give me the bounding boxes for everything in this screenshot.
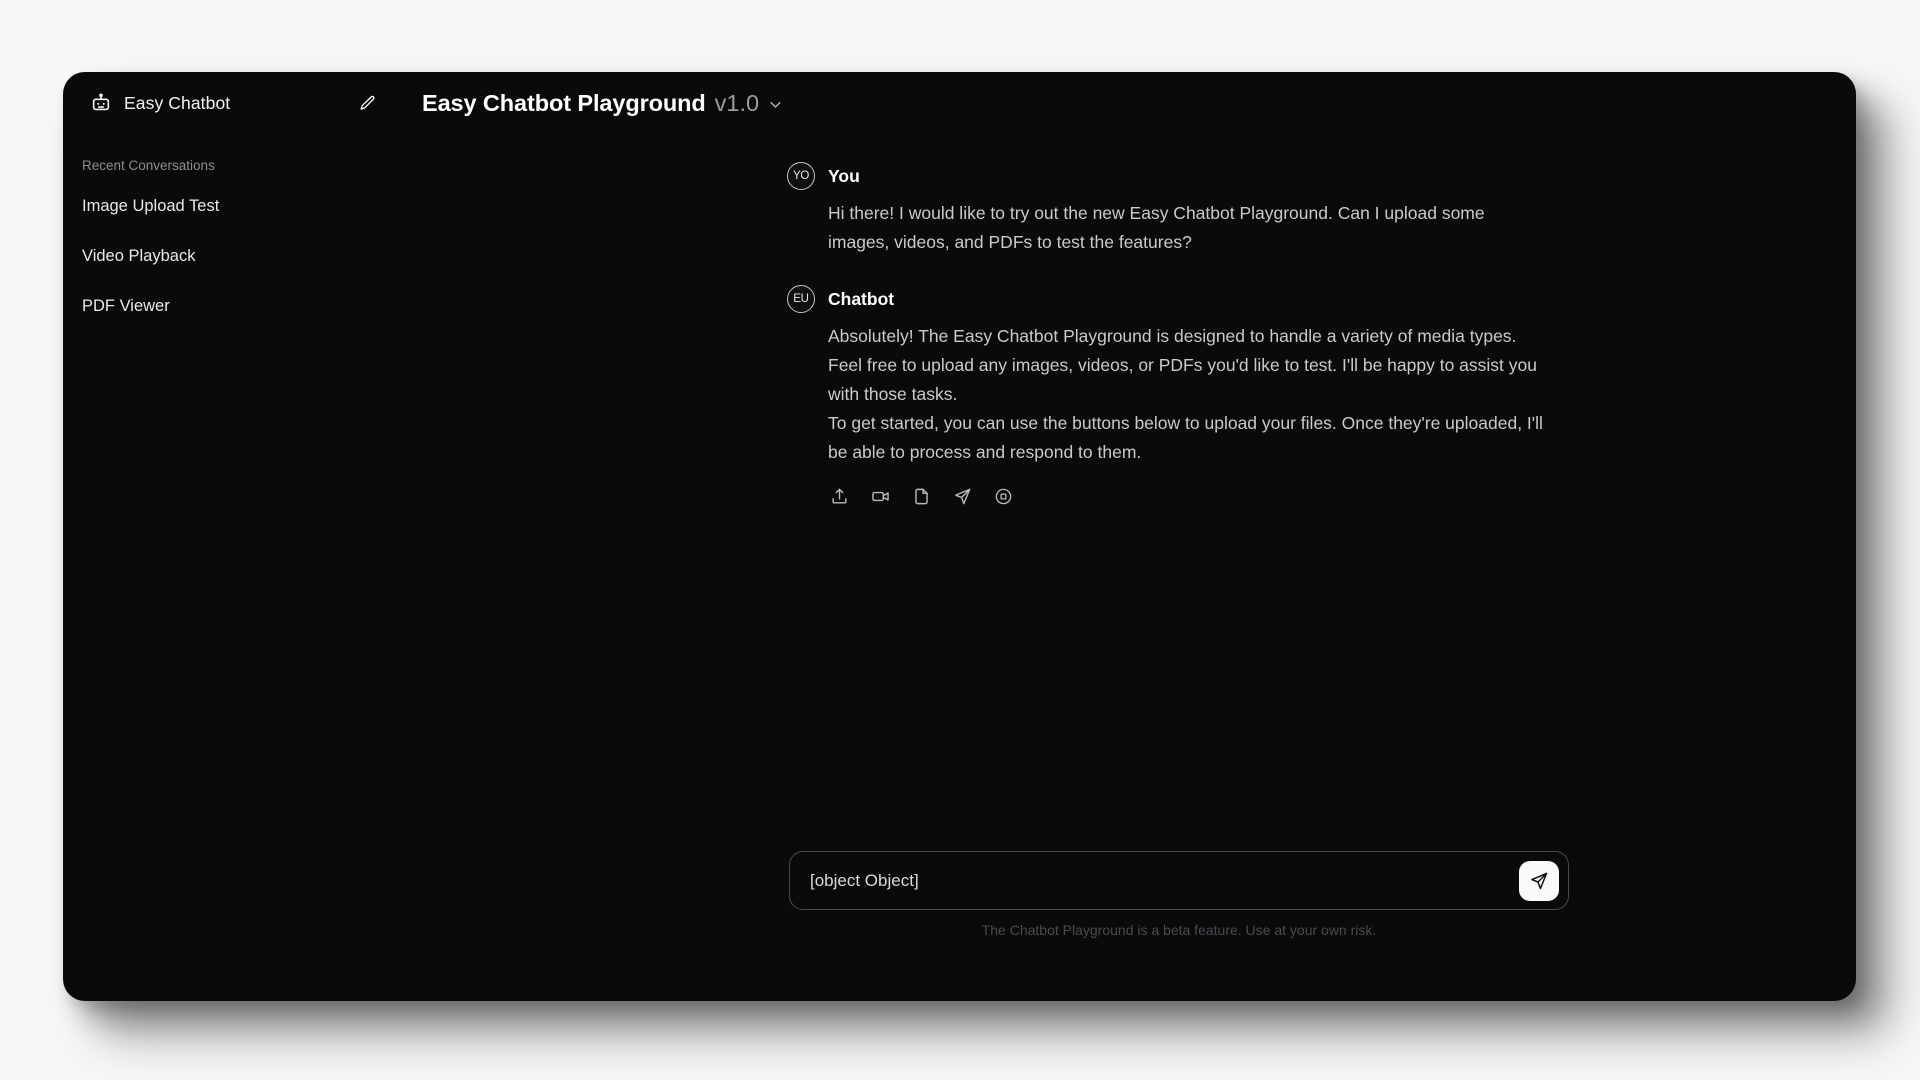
chevron-down-icon	[768, 94, 783, 112]
message-author: Chatbot	[828, 288, 895, 309]
app-window: Easy Chatbot Easy Chatbot Playground v1.…	[63, 72, 1856, 1001]
bot-icon	[90, 92, 112, 114]
beta-disclaimer: The Chatbot Playground is a beta feature…	[981, 922, 1377, 938]
playground-title-dropdown[interactable]: Easy Chatbot Playground v1.0	[422, 90, 783, 117]
stop-record-button[interactable]	[992, 485, 1014, 507]
composer: The Chatbot Playground is a beta feature…	[789, 851, 1569, 938]
sidebar-item-image-upload-test[interactable]: Image Upload Test	[81, 192, 363, 221]
pencil-icon	[358, 94, 377, 113]
message-header: YO You	[787, 162, 1547, 190]
recent-conversations-heading: Recent Conversations	[82, 158, 215, 173]
message-body: Absolutely! The Easy Chatbot Playground …	[787, 322, 1547, 507]
video-camera-icon	[871, 487, 890, 506]
sidebar: Recent Conversations Image Upload Test V…	[63, 134, 363, 1001]
upload-icon	[830, 487, 849, 506]
brand-label: Easy Chatbot	[124, 92, 231, 113]
message-list: YO You Hi there! I would like to try out…	[787, 162, 1547, 535]
message-header: EU Chatbot	[787, 285, 1547, 313]
send-button[interactable]	[1519, 860, 1559, 901]
file-button[interactable]	[910, 485, 932, 507]
top-bar: Easy Chatbot Easy Chatbot Playground v1.…	[63, 72, 1856, 134]
brand[interactable]: Easy Chatbot	[90, 92, 310, 114]
sidebar-item-video-playback[interactable]: Video Playback	[81, 242, 363, 271]
message-action-bar	[828, 485, 1547, 507]
stop-record-icon	[994, 487, 1013, 506]
chat-input[interactable]	[790, 852, 1568, 909]
chat-area: YO You Hi there! I would like to try out…	[363, 134, 1856, 1001]
message-user: YO You Hi there! I would like to try out…	[787, 162, 1547, 257]
page-title: Easy Chatbot Playground	[422, 89, 706, 116]
video-button[interactable]	[869, 485, 891, 507]
file-document-icon	[912, 487, 931, 506]
send-paper-plane-icon	[1529, 871, 1549, 891]
message-chatbot: EU Chatbot Absolutely! The Easy Chatbot …	[787, 285, 1547, 507]
avatar: YO	[787, 162, 815, 190]
message-author: You	[828, 165, 860, 186]
message-paragraph: To get started, you can use the buttons …	[828, 413, 1543, 462]
message-body: Hi there! I would like to try out the ne…	[787, 199, 1547, 257]
send-message-button[interactable]	[951, 485, 973, 507]
send-paper-plane-icon	[953, 487, 972, 506]
avatar: EU	[787, 285, 815, 313]
edit-title-button[interactable]	[354, 90, 380, 116]
message-paragraph: Absolutely! The Easy Chatbot Playground …	[828, 326, 1537, 404]
message-paragraph: Hi there! I would like to try out the ne…	[828, 203, 1485, 252]
sidebar-item-pdf-viewer[interactable]: PDF Viewer	[81, 292, 363, 321]
composer-input-shell	[789, 851, 1569, 910]
version-label: v1.0	[714, 89, 760, 116]
upload-button[interactable]	[828, 485, 850, 507]
